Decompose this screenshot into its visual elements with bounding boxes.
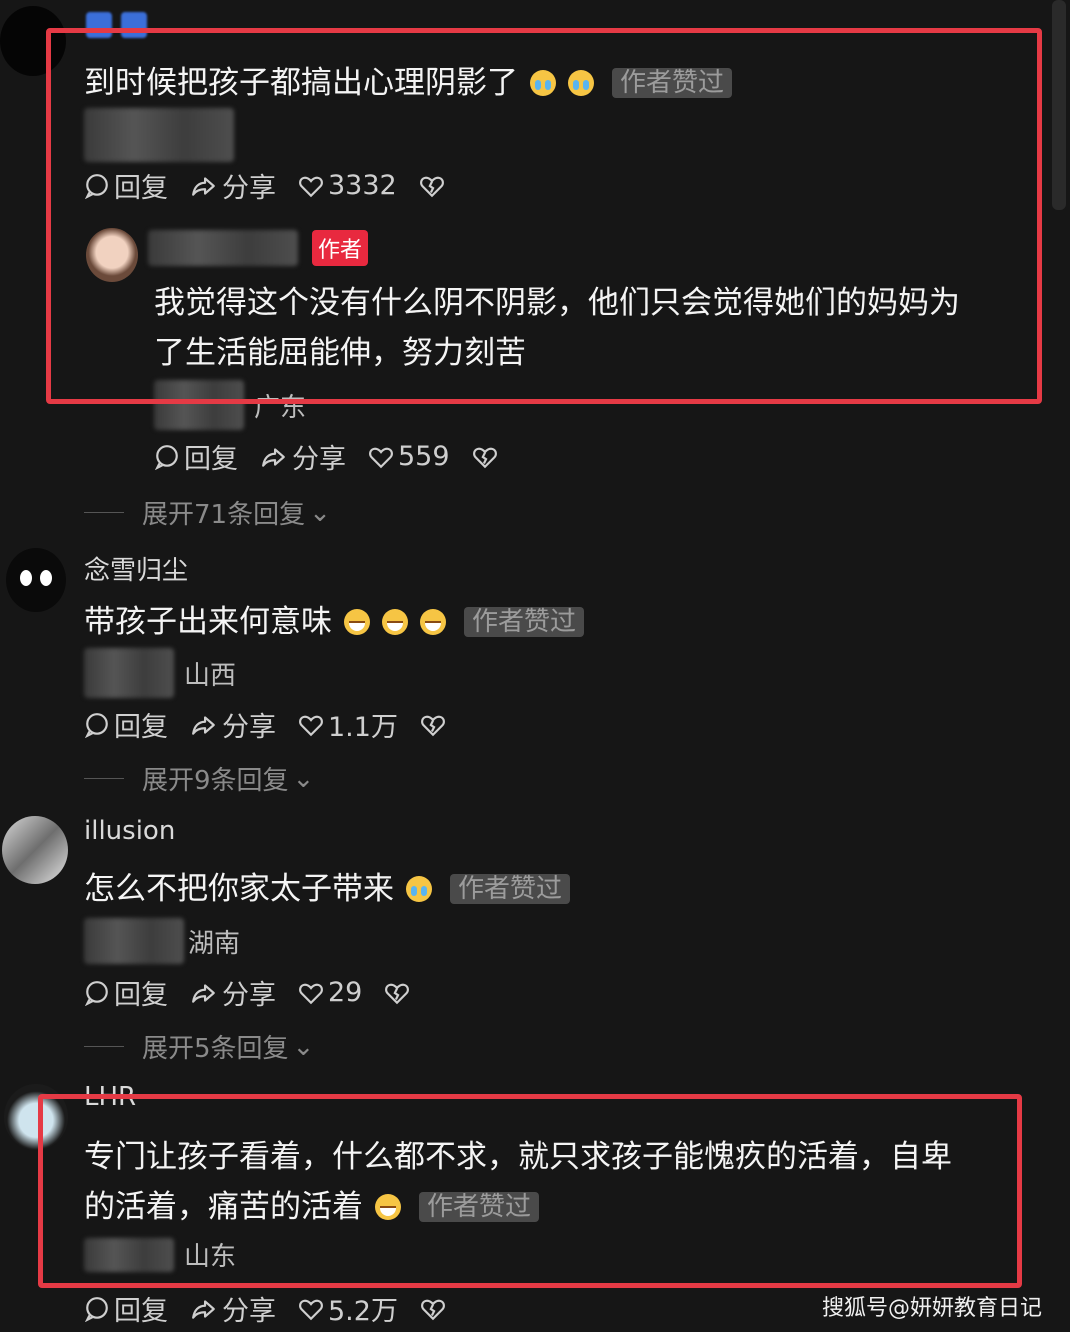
face-icon-eye — [40, 570, 52, 586]
share-button[interactable]: 分享 — [190, 1289, 276, 1328]
comment-actions: 回复 分享 5.2万 — [84, 1289, 472, 1328]
comment-text: 怎么不把你家太子带来 作者赞过 — [84, 864, 571, 914]
share-icon — [190, 980, 218, 1006]
avatar[interactable] — [6, 548, 66, 612]
reply-button[interactable]: 回复 — [84, 1289, 168, 1328]
share-button[interactable]: 分享 — [190, 705, 276, 744]
location: 山西 — [184, 660, 237, 691]
heart-icon — [298, 980, 324, 1006]
location: 湖南 — [188, 928, 241, 959]
chevron-down-icon: ⌄ — [309, 497, 331, 528]
like-button[interactable]: 29 — [298, 977, 362, 1008]
like-button[interactable]: 559 — [368, 441, 450, 472]
author-liked-badge: 作者赞过 — [450, 874, 571, 904]
broken-heart-icon — [472, 444, 498, 470]
heart-icon — [368, 444, 394, 470]
broken-heart-icon — [420, 1296, 446, 1322]
dislike-button[interactable] — [420, 1296, 450, 1322]
share-icon — [260, 444, 288, 470]
reply-icon — [154, 444, 180, 470]
share-icon — [190, 1296, 218, 1322]
reply-button[interactable]: 回复 — [84, 705, 168, 744]
reply-icon — [84, 712, 110, 738]
like-button[interactable]: 1.1万 — [298, 705, 398, 744]
broken-heart-icon — [420, 712, 446, 738]
crying-emoji-icon — [406, 876, 432, 902]
reply-actions: 回复 分享 559 — [154, 437, 524, 476]
chevron-down-icon: ⌄ — [292, 763, 315, 794]
heart-icon — [298, 712, 324, 738]
expand-replies[interactable]: 展开9条回复 ⌄ — [84, 760, 314, 797]
heart-icon — [298, 1296, 324, 1322]
scrollbar[interactable] — [1052, 0, 1066, 210]
comment-meta: 湖南 — [84, 918, 240, 964]
avatar[interactable] — [2, 816, 68, 884]
username[interactable]: 念雪归尘 — [84, 550, 188, 587]
dislike-button[interactable] — [472, 444, 502, 470]
comment-actions: 回复 分享 1.1万 — [84, 705, 472, 744]
grin-emoji-icon — [344, 609, 370, 635]
chevron-down-icon: ⌄ — [292, 1031, 315, 1062]
highlight-box — [38, 1094, 1022, 1288]
reply-icon — [84, 1296, 110, 1322]
author-liked-badge: 作者赞过 — [464, 607, 585, 637]
share-button[interactable]: 分享 — [260, 437, 346, 476]
comment-actions: 回复 分享 29 — [84, 973, 436, 1012]
reply-icon — [84, 980, 110, 1006]
reply-button[interactable]: 回复 — [154, 437, 238, 476]
face-icon — [20, 570, 32, 586]
dislike-button[interactable] — [384, 980, 414, 1006]
expand-replies[interactable]: 展开5条回复 ⌄ — [84, 1028, 314, 1065]
dislike-button[interactable] — [420, 712, 450, 738]
watermark: 搜狐号@妍妍教育日记 — [821, 1296, 1042, 1321]
grin-emoji-icon — [382, 609, 408, 635]
reply-button[interactable]: 回复 — [84, 973, 168, 1012]
share-icon — [190, 712, 218, 738]
like-button[interactable]: 5.2万 — [298, 1289, 398, 1328]
comment-meta: 山西 — [84, 648, 236, 698]
comment-text: 带孩子出来何意味 作者赞过 — [84, 597, 585, 647]
broken-heart-icon — [384, 980, 410, 1006]
username[interactable]: illusion — [84, 816, 175, 846]
share-button[interactable]: 分享 — [190, 973, 276, 1012]
grin-emoji-icon — [420, 609, 446, 635]
highlight-box — [46, 28, 1042, 404]
expand-replies[interactable]: 展开71条回复 ⌄ — [84, 494, 331, 531]
